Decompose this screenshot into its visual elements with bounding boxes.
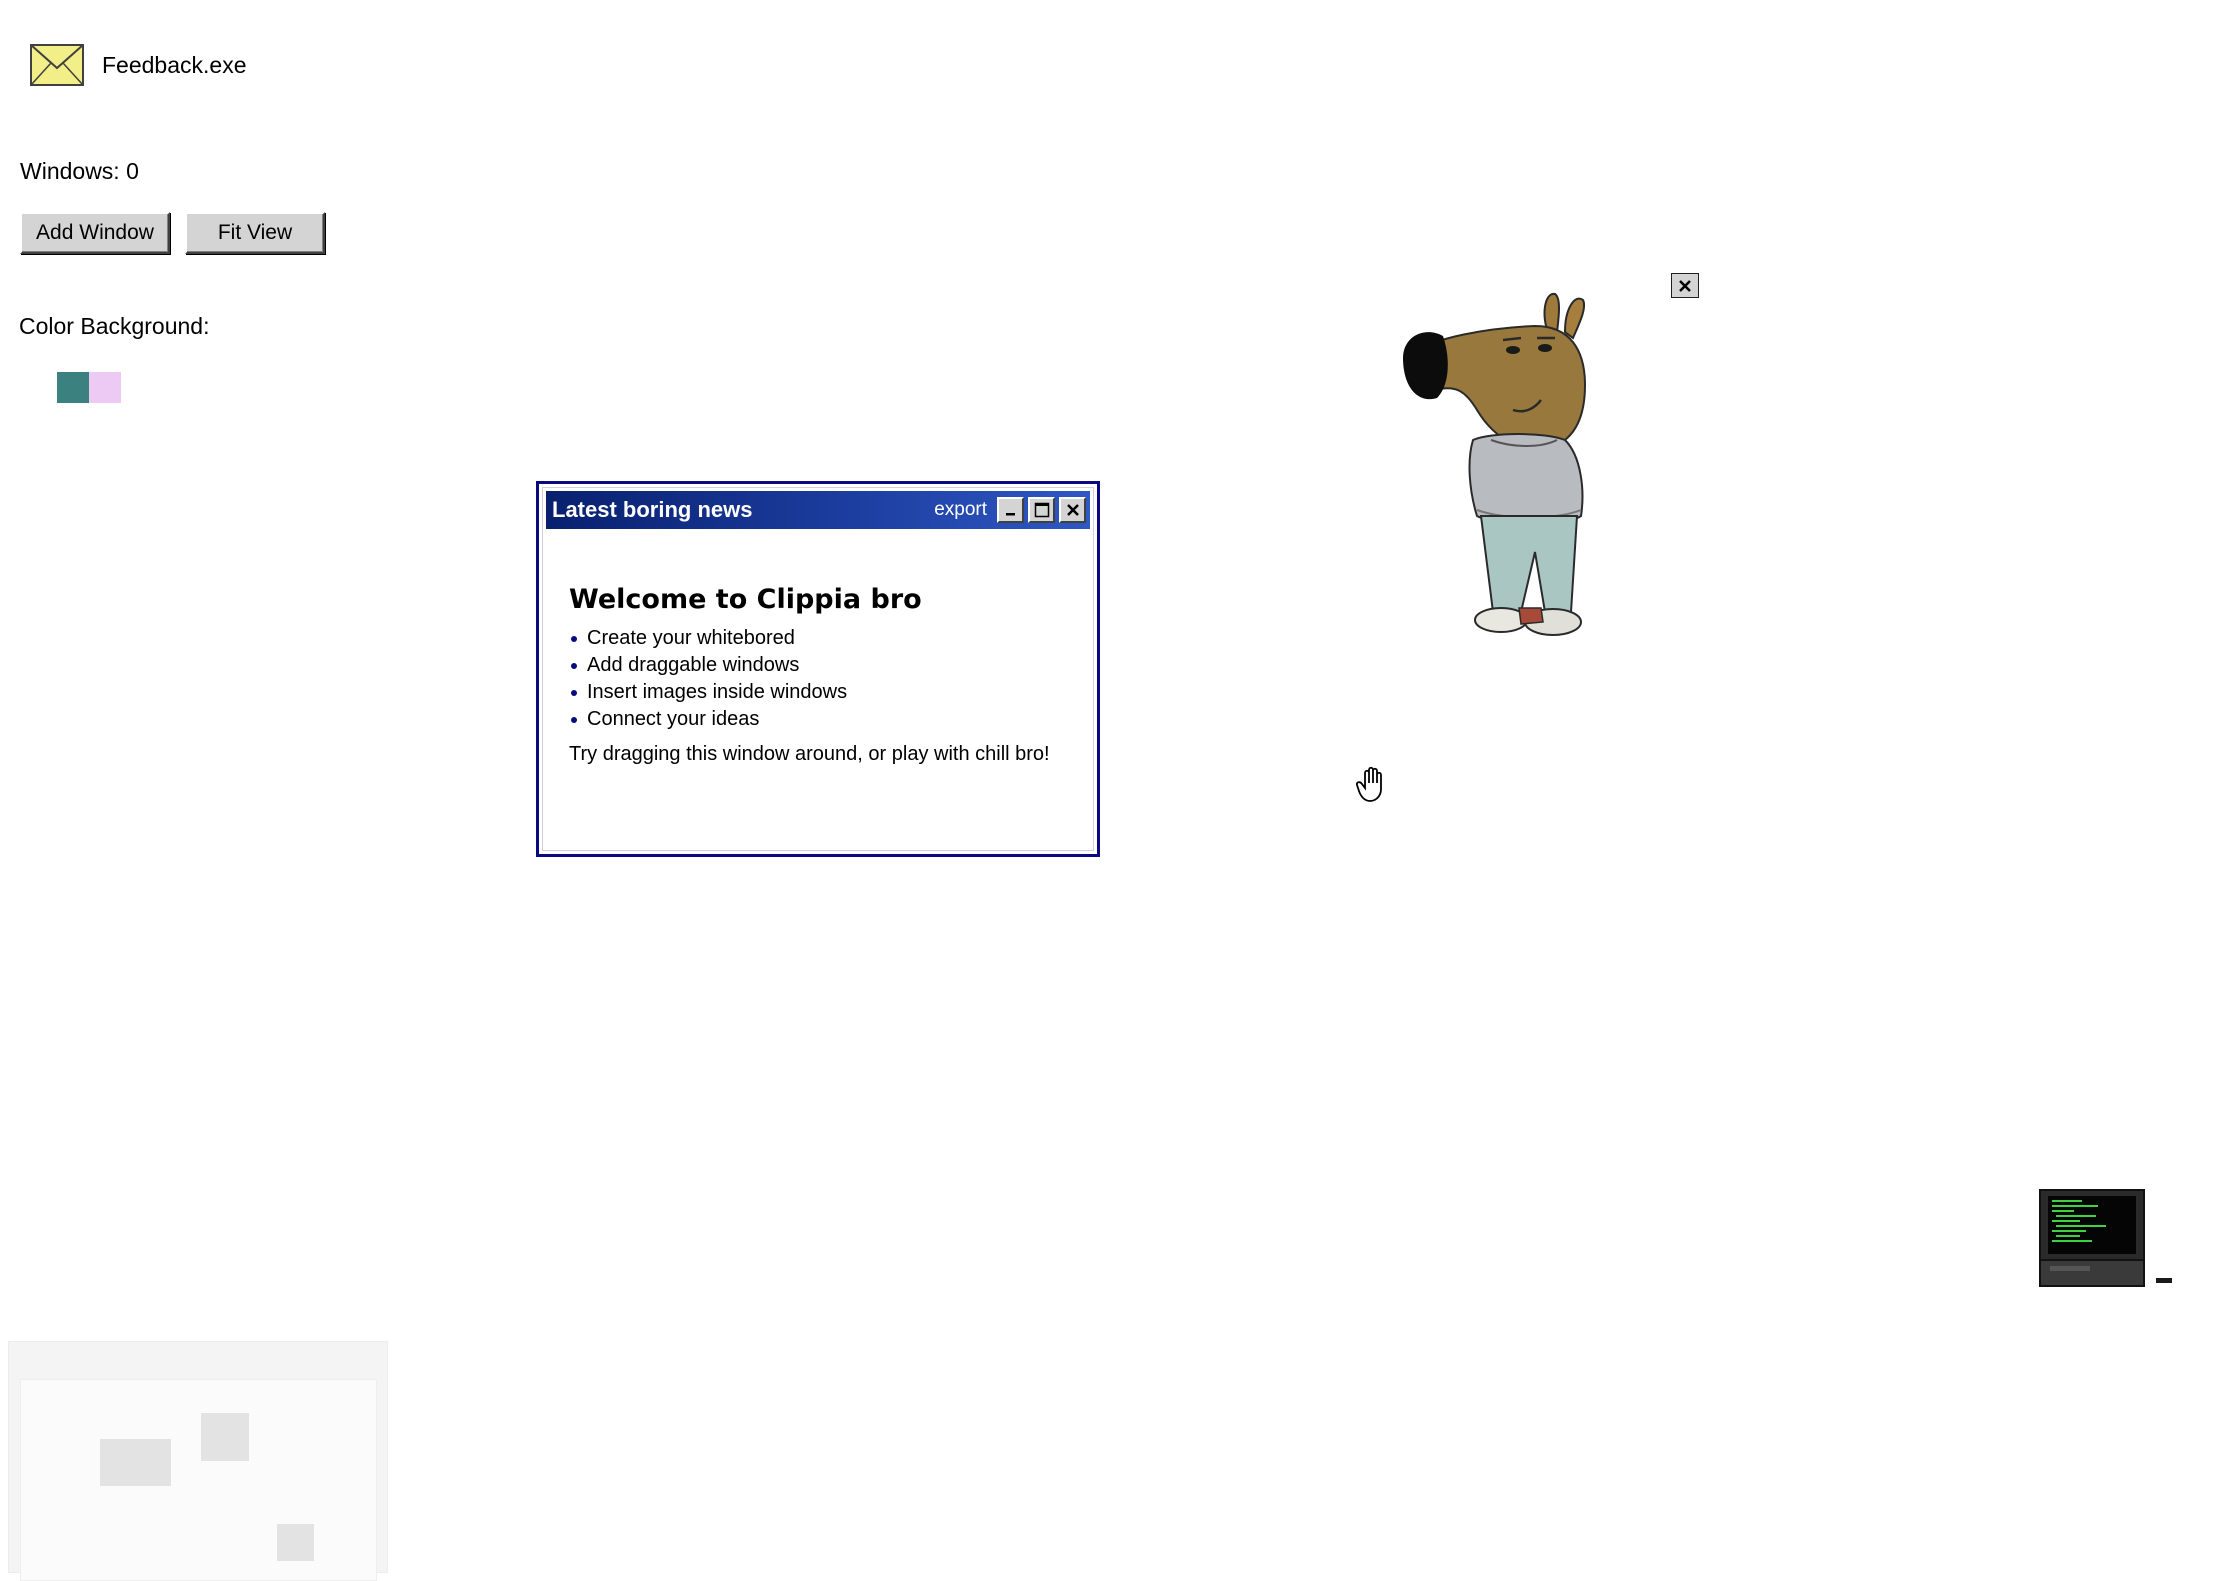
- grab-hand-icon: [1355, 766, 1382, 802]
- minimap-block: [201, 1413, 249, 1461]
- minimap[interactable]: [8, 1341, 388, 1581]
- minimize-button[interactable]: [997, 497, 1024, 523]
- close-button[interactable]: [1059, 497, 1086, 523]
- minimap-block: [100, 1439, 171, 1486]
- color-swatch-teal[interactable]: [57, 372, 89, 403]
- list-item-text: Connect your ideas: [587, 708, 760, 730]
- mascot-close-button[interactable]: [1671, 273, 1699, 298]
- list-item: Add draggable windows: [569, 652, 1077, 679]
- list-item-text: Create your whitebored: [587, 627, 795, 649]
- list-item: Insert images inside windows: [569, 679, 1077, 706]
- feedback-shortcut[interactable]: Feedback.exe: [30, 40, 246, 90]
- maximize-button[interactable]: [1028, 497, 1055, 523]
- news-window-title: Latest boring news: [552, 497, 753, 522]
- list-item-text: Add draggable windows: [587, 654, 800, 676]
- list-item-text: Insert images inside windows: [587, 681, 848, 703]
- bullet-icon: [571, 716, 577, 723]
- bullet-icon: [571, 689, 577, 696]
- close-icon: [1066, 504, 1079, 516]
- add-window-button[interactable]: Add Window: [20, 212, 170, 254]
- news-footer: Try dragging this window around, or play…: [569, 743, 1050, 765]
- terminal-computer-icon[interactable]: [2038, 1188, 2174, 1288]
- feedback-label: Feedback.exe: [102, 51, 247, 78]
- news-heading: Welcome to Clippia bro: [569, 584, 922, 615]
- fit-view-button[interactable]: Fit View: [185, 212, 325, 254]
- bullet-icon: [571, 662, 577, 669]
- list-item: Create your whitebored: [569, 625, 1077, 652]
- export-link[interactable]: export: [934, 499, 987, 521]
- minimap-viewport[interactable]: [20, 1379, 377, 1581]
- bullet-icon: [571, 635, 577, 642]
- color-background-label: Color Background:: [19, 313, 210, 339]
- envelope-icon: [30, 44, 84, 86]
- minimize-icon: [1005, 513, 1015, 516]
- news-window[interactable]: Latest boring news export Welcome to Cli…: [536, 481, 1100, 857]
- color-swatch-pink[interactable]: [89, 372, 121, 403]
- news-list: Create your whitebored Add draggable win…: [569, 625, 1077, 733]
- close-icon: [1679, 279, 1691, 292]
- minimap-block: [277, 1524, 314, 1561]
- news-window-body: Welcome to Clippia bro Create your white…: [569, 584, 1077, 766]
- maximize-icon: [1034, 502, 1049, 518]
- windows-count: Windows: 0: [20, 158, 139, 184]
- list-item: Connect your ideas: [569, 706, 1077, 733]
- chill-bro-mascot[interactable]: [1395, 290, 1625, 642]
- news-window-titlebar[interactable]: Latest boring news export: [546, 491, 1090, 529]
